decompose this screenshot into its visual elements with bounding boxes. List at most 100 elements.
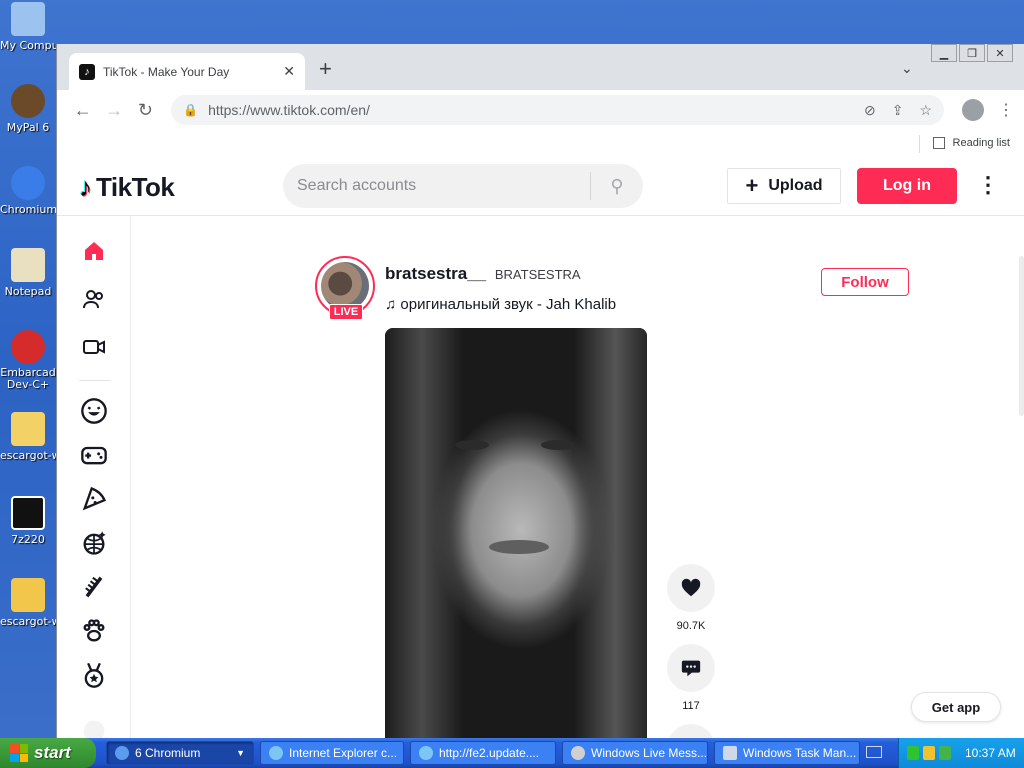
taskbar-item-ie[interactable]: Internet Explorer c...	[260, 741, 404, 765]
creator-username[interactable]: bratsestra__	[385, 264, 486, 283]
upload-label: Upload	[768, 177, 823, 194]
profile-avatar-icon[interactable]	[962, 99, 985, 121]
more-options-icon[interactable]: ⋮	[977, 172, 999, 198]
video-frame-detail	[489, 540, 549, 554]
people-icon	[83, 290, 103, 309]
gamepad-icon	[81, 446, 107, 465]
nav-animals[interactable]	[77, 614, 111, 648]
nav-comedy[interactable]	[77, 394, 111, 428]
messenger-tray-icon[interactable]	[939, 746, 951, 760]
tracking-blocked-eye-icon[interactable]: ⊘	[864, 102, 876, 119]
lock-icon[interactable]: 🔒	[183, 103, 198, 117]
comb-icon	[85, 576, 103, 598]
tab-title: TikTok - Make Your Day	[103, 64, 230, 79]
search-icon[interactable]: ⚲	[591, 176, 643, 197]
mypal-icon	[11, 84, 45, 118]
tab-search-chevron-icon[interactable]: ⌄	[901, 60, 913, 77]
desktop-icon-label: Notepad	[4, 285, 52, 298]
taskbar-item-messenger[interactable]: Windows Live Mess...	[562, 741, 708, 765]
new-tab-button[interactable]: +	[319, 58, 332, 80]
computer-icon	[11, 2, 45, 36]
search-input[interactable]: Search accounts	[283, 177, 590, 195]
video-frame-shading	[385, 328, 647, 738]
tiktok-wordmark: TikTok	[96, 172, 175, 202]
login-label: Log in	[883, 177, 931, 194]
desktop-icon-notepad[interactable]: Notepad	[0, 248, 56, 298]
nav-live[interactable]	[77, 330, 111, 364]
start-button[interactable]: start	[0, 738, 96, 768]
close-window-button[interactable]: ✕	[987, 44, 1013, 62]
tiktok-header: ♪ TikTok Search accounts ⚲ + Upload Log …	[57, 156, 1024, 216]
tab-close-icon[interactable]: ✕	[283, 63, 295, 80]
start-label: start	[34, 743, 71, 762]
forward-button[interactable]: →	[98, 100, 129, 121]
taskbar-item-task-manager[interactable]: Windows Task Man...	[714, 741, 860, 765]
desktop-icon-label: My Computer	[0, 39, 56, 52]
back-button[interactable]: ←	[67, 100, 98, 121]
desktop-icon-7zip[interactable]: 7z220	[0, 496, 56, 546]
nav-divider	[79, 380, 111, 381]
creator-nickname[interactable]: BRATSESTRA	[495, 267, 581, 282]
video-player[interactable]	[385, 328, 647, 738]
url-text[interactable]: https://www.tiktok.com/en/	[208, 102, 848, 118]
side-navigation	[57, 216, 131, 738]
security-shield-icon[interactable]	[923, 746, 935, 760]
like-count: 90.7K	[676, 620, 706, 632]
desktop-icon-my-computer[interactable]: My Computer	[0, 2, 56, 52]
reload-button[interactable]: ↻	[130, 100, 161, 121]
desktop-icon-chromium[interactable]: Chromium	[0, 166, 56, 216]
page-scrollbar[interactable]	[1017, 156, 1024, 738]
chromium-icon	[11, 166, 45, 200]
music-title[interactable]: оригинальный звук - Jah Khalib	[400, 296, 616, 313]
plus-icon: +	[745, 173, 759, 198]
browser-menu-icon[interactable]: ⋮	[998, 100, 1014, 120]
share-icon[interactable]: ⇪	[892, 102, 904, 119]
nav-food[interactable]	[77, 482, 111, 516]
get-app-button[interactable]: Get app	[911, 692, 1001, 722]
windows-flag-icon	[10, 744, 28, 762]
network-icon[interactable]	[907, 746, 919, 760]
follow-button[interactable]: Follow	[821, 268, 909, 296]
reading-list-label: Reading list	[952, 137, 1010, 149]
tiktok-logo[interactable]: ♪ TikTok	[79, 172, 175, 203]
nav-more-hidden[interactable]	[77, 714, 111, 738]
comment-button[interactable]	[667, 644, 715, 692]
video-frame-detail	[541, 440, 575, 450]
taskbar-item-chromium[interactable]: 6 Chromium ▼	[106, 741, 254, 765]
toolbar-right: ⋮	[962, 99, 1014, 121]
nav-dance[interactable]	[77, 526, 111, 560]
like-button[interactable]	[667, 564, 715, 612]
nav-for-you[interactable]	[77, 234, 111, 268]
desktop-icon-escargot-folder[interactable]: escargot-w	[0, 578, 56, 628]
desktop-icon-mypal[interactable]: MyPal 6	[0, 84, 56, 134]
nav-following[interactable]	[77, 282, 111, 316]
taskbar-item-update[interactable]: http://fe2.update....	[410, 741, 556, 765]
reading-list-icon	[932, 137, 945, 149]
bookmark-star-icon[interactable]: ☆	[919, 102, 932, 119]
get-app-label: Get app	[931, 699, 981, 715]
devcpp-icon	[11, 330, 45, 364]
creator-name-line[interactable]: bratsestra__ BRATSESTRA	[385, 264, 581, 284]
zip-folder-icon	[11, 412, 45, 446]
keyboard-icon[interactable]	[866, 746, 882, 758]
medal-icon	[84, 662, 104, 688]
nav-sports[interactable]	[77, 658, 111, 692]
scrollbar-thumb[interactable]	[1019, 256, 1024, 416]
minimize-button[interactable]: ▁	[931, 44, 957, 62]
desktop-icon-devcpp[interactable]: Embarcad Dev-C+	[0, 330, 56, 391]
tab-tiktok[interactable]: ♪ TikTok - Make Your Day ✕	[69, 53, 305, 90]
music-line[interactable]: ♫ оригинальный звук - Jah Khalib	[385, 296, 616, 313]
window-controls: ▁ ❐ ✕	[931, 44, 1013, 62]
reading-list-button[interactable]: Reading list	[918, 135, 1010, 153]
restore-button[interactable]: ❐	[959, 44, 985, 62]
desktop-icon-label: Embarcad Dev-C+	[0, 366, 56, 391]
nav-beauty[interactable]	[77, 570, 111, 604]
nav-gaming[interactable]	[77, 438, 111, 472]
search-box[interactable]: Search accounts ⚲	[283, 164, 643, 208]
category-icon	[83, 720, 105, 738]
desktop-icon-escargot-zip[interactable]: escargot-w	[0, 412, 56, 462]
login-button[interactable]: Log in	[857, 168, 957, 204]
address-bar[interactable]: 🔒 https://www.tiktok.com/en/ ⊘ ⇪ ☆	[171, 95, 945, 125]
upload-button[interactable]: + Upload	[727, 168, 841, 204]
share-button[interactable]	[667, 724, 715, 738]
